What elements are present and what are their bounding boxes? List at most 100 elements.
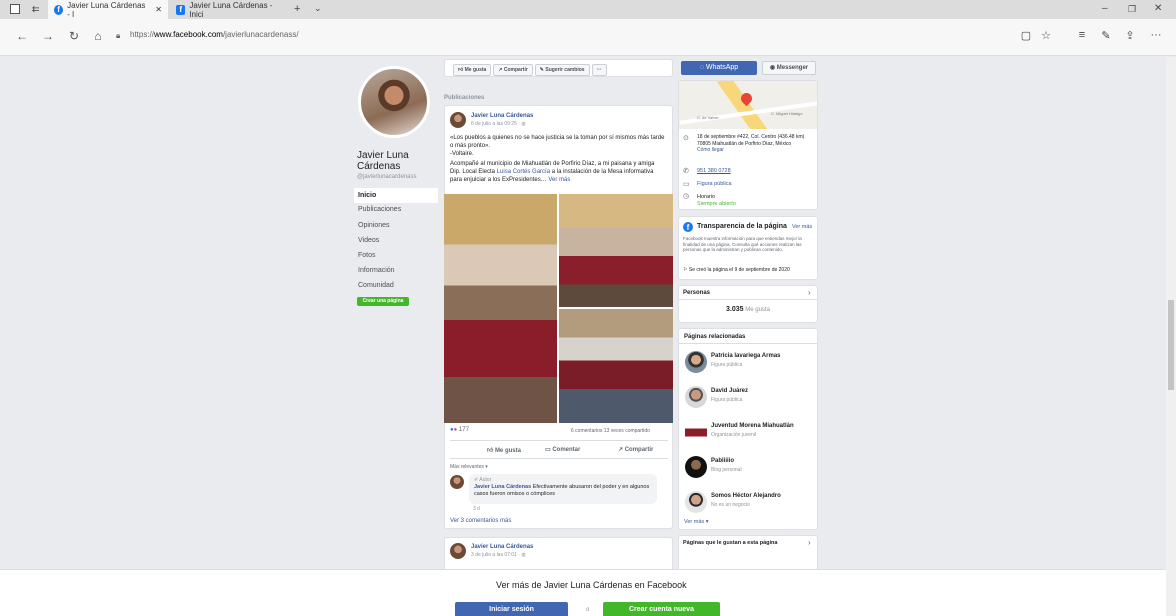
comment-time[interactable]: 3 d [473,506,480,512]
pen-icon[interactable]: ✎ [1098,29,1114,42]
tab-list-chevron-icon[interactable]: ⌄ [314,3,322,14]
related-page-category: Figura pública [711,362,743,368]
map-street-label: C. de Valver [697,115,719,120]
liked-pages-title[interactable]: Páginas que le gustan a esta página [683,540,777,546]
divider [679,299,817,300]
nav-informacion[interactable]: Información [354,263,438,278]
post-author[interactable]: Javier Luna Cárdenas [471,113,533,119]
related-page-item[interactable]: Patricia lavariega Armas Figura pública [679,347,819,379]
comment-author[interactable]: Javier Luna Cárdenas [474,484,531,490]
suggest-changes-button[interactable]: ✎ Sugerir cambios [534,64,590,76]
category-link[interactable]: Figura pública [697,181,732,187]
clock-icon: ◷ [683,193,690,200]
post-like-button[interactable]: 👍︎ Me gusta [487,446,521,454]
chevron-right-icon[interactable]: › [808,288,811,297]
comment-filter[interactable]: Más relevantes ▾ [450,464,488,470]
post-photo-3[interactable] [559,309,673,423]
more-menu-icon[interactable]: ··· [1148,29,1164,41]
commenter-avatar[interactable] [450,475,464,489]
post-photo-2[interactable] [559,194,673,307]
chevron-right-icon[interactable]: › [808,538,811,547]
related-page-name[interactable]: Somos Héctor Alejandro [711,493,781,499]
home-icon[interactable]: ⌂ [90,29,106,43]
reading-view-icon[interactable]: ▢ [1018,29,1034,42]
new-tab-icon[interactable]: + [294,3,300,15]
nav-inicio[interactable]: Inicio [354,188,438,203]
post-time[interactable]: 3 de julio a las 07:01 · ◍ [471,552,526,558]
transparency-see-more[interactable]: Ver más [792,224,812,230]
related-page-avatar [685,491,707,513]
address-line-1: 18 de septiembre #422, Col. Centro (436.… [697,134,805,140]
mention-link[interactable]: Luisa Cortés García [497,169,550,175]
related-page-name[interactable]: Juventud Morena Miahuatlán [711,423,794,429]
close-window-icon[interactable]: ✕ [1154,3,1162,14]
profile-avatar[interactable] [358,66,430,138]
lock-icon: 🔒︎ [116,31,121,40]
people-title[interactable]: Personas [683,290,710,296]
directions-link[interactable]: Cómo llegar [697,147,813,154]
post-time[interactable]: 6 de julio a las 09:25 · ◍ [471,121,526,127]
nav-fotos[interactable]: Fotos [354,248,438,263]
forward-icon[interactable]: → [40,29,56,43]
page-created: ⚐ Se creó la página el 9 de septiembre d… [683,267,790,273]
reactions-count[interactable]: ●● 177 [450,427,469,433]
close-tab-icon[interactable]: ✕ [155,5,162,14]
favorite-star-icon[interactable]: ☆ [1038,29,1054,42]
address: 18 de septiembre #422, Col. Centro (436.… [697,134,813,154]
nav-comunidad[interactable]: Comunidad [354,278,438,293]
tab-actions-icon[interactable] [10,4,20,14]
related-page-category: Organización juvenil [711,432,757,438]
restore-icon[interactable]: ❐ [1128,4,1136,15]
refresh-icon[interactable]: ↻ [66,29,82,43]
author-badge: ✐ Autor [474,477,492,483]
map[interactable]: C. de Valver C. Miguel Hidalgo [679,81,817,129]
related-page-item[interactable]: David Juárez Figura pública [679,382,819,414]
more-comments-link[interactable]: Ver 3 comentarios más [450,518,511,524]
see-more-link[interactable]: Ver más [548,177,570,183]
related-page-avatar [685,351,707,373]
login-button[interactable]: Iniciar sesión [455,602,568,616]
related-page-name[interactable]: Pabliiiio [711,458,734,464]
post-comment-button[interactable]: ▭ Comentar [545,446,580,453]
related-page-item[interactable]: Pabliiiio Blog personal [679,452,819,484]
nav-publicaciones[interactable]: Publicaciones [354,202,438,217]
messenger-button[interactable]: ◉ Messenger [762,61,816,75]
comment-bubble: ✐ Autor Javier Luna Cárdenas Efectivamen… [469,474,657,504]
create-page-button[interactable]: Crear una página [357,297,409,306]
share-page-button[interactable]: ↗ Compartir [493,64,533,76]
nav-opiniones[interactable]: Opiniones [354,218,438,233]
posts-header: Publicaciones [444,95,485,101]
scrollbar-thumb[interactable] [1168,300,1174,390]
share-icon[interactable]: ⇪ [1122,29,1138,42]
facebook-logo-icon: f [683,222,693,232]
post-author[interactable]: Javier Luna Cárdenas [471,544,533,550]
related-page-name[interactable]: David Juárez [711,388,748,394]
minimize-icon[interactable]: – [1102,3,1108,14]
login-banner-title: Ver más de Javier Luna Cárdenas en Faceb… [496,580,687,590]
related-see-more[interactable]: Ver más ▾ [684,519,708,525]
comments-shares-count[interactable]: 6 comentarios 13 veces compartido [571,428,650,434]
set-aside-tabs-icon[interactable]: ⇇ [32,4,40,15]
like-page-button[interactable]: 👍︎ Me gusta [453,64,492,76]
author-avatar[interactable] [450,112,466,128]
author-avatar[interactable] [450,543,466,559]
url-field[interactable]: https://www.facebook.com/javierlunacarde… [130,30,299,39]
post-photo-1[interactable] [444,194,557,423]
phone-number[interactable]: 951 380 0728 [697,168,731,174]
related-page-name[interactable]: Patricia lavariega Armas [711,353,781,359]
related-page-item[interactable]: Somos Héctor Alejandro No es un negocio [679,487,819,519]
related-page-category: No es un negocio [711,502,750,508]
tab-1[interactable]: f Javier Luna Cárdenas - I ✕ [48,0,168,19]
related-page-item[interactable]: Juventud Morena Miahuatlán Organización … [679,417,819,449]
hours-status: Siempre abierto [697,200,736,207]
post-share-button[interactable]: ↗ Compartir [618,446,653,453]
map-street-label: C. Miguel Hidalgo [771,111,803,116]
more-options-button[interactable]: ··· [591,64,607,76]
whatsapp-button[interactable]: ◌ WhatsApp [681,61,757,75]
signup-button[interactable]: Crear cuenta nueva [603,602,720,616]
post-text: «Los pueblos a quienes no se hace justic… [450,134,666,184]
favorites-list-icon[interactable]: ≡ [1074,29,1090,41]
back-icon[interactable]: ← [14,29,30,43]
nav-videos[interactable]: Videos [354,233,438,248]
tab-2[interactable]: f Javier Luna Cárdenas - Inici [170,0,288,19]
